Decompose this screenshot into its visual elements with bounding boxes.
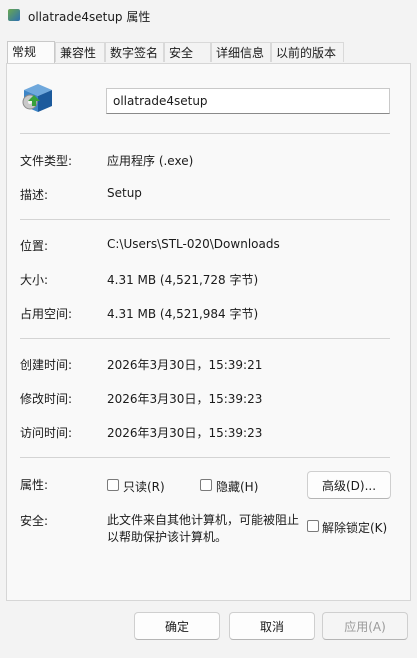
divider <box>20 133 390 134</box>
cancel-button[interactable]: 取消 <box>229 612 315 640</box>
file-type-value: 应用程序 (.exe) <box>107 154 194 168</box>
size-on-disk-value: 4.31 MB (4,521,984 字节) <box>107 307 259 321</box>
hidden-label[interactable]: 隐藏(H) <box>216 478 258 495</box>
unblock-checkbox[interactable] <box>307 520 319 532</box>
size-value: 4.31 MB (4,521,728 字节) <box>107 273 259 287</box>
tab-compatibility[interactable]: 兼容性 <box>55 42 105 62</box>
description-value: Setup <box>107 186 142 200</box>
tab-details[interactable]: 详细信息 <box>211 42 271 62</box>
accessed-label: 访问时间: <box>20 426 73 440</box>
readonly-checkbox[interactable] <box>107 479 119 491</box>
ok-button[interactable]: 确定 <box>134 612 220 640</box>
hidden-checkbox[interactable] <box>200 479 212 491</box>
title-bar: ollatrade4setup 属性 <box>0 0 417 34</box>
location-label: 位置: <box>20 239 49 253</box>
tab-previous-versions[interactable]: 以前的版本 <box>271 42 344 62</box>
attributes-label: 属性: <box>20 478 49 492</box>
file-name-field[interactable]: ollatrade4setup <box>106 88 390 114</box>
created-label: 创建时间: <box>20 358 73 372</box>
file-type-label: 文件类型: <box>20 154 73 168</box>
unblock-label[interactable]: 解除锁定(K) <box>322 519 387 536</box>
tab-strip: 常规 兼容性 数字签名 安全 详细信息 以前的版本 <box>0 41 417 64</box>
advanced-button[interactable]: 高级(D)... <box>307 471 391 499</box>
modified-label: 修改时间: <box>20 392 73 406</box>
divider <box>20 457 390 458</box>
security-label: 安全: <box>20 514 49 528</box>
size-on-disk-label: 占用空间: <box>20 307 73 321</box>
tab-digital-signatures[interactable]: 数字签名 <box>105 42 164 62</box>
created-value: 2026年3月30日，15:39:21 <box>107 358 263 372</box>
readonly-label[interactable]: 只读(R) <box>123 478 165 495</box>
apply-button[interactable]: 应用(A) <box>322 612 408 640</box>
size-label: 大小: <box>20 273 49 287</box>
tab-general[interactable]: 常规 <box>7 41 55 63</box>
window-title: ollatrade4setup 属性 <box>28 10 151 24</box>
tab-security[interactable]: 安全 <box>164 42 211 62</box>
divider <box>20 338 390 339</box>
modified-value: 2026年3月30日，15:39:23 <box>107 392 263 406</box>
accessed-value: 2026年3月30日，15:39:23 <box>107 426 263 440</box>
description-label: 描述: <box>20 188 49 202</box>
installer-icon <box>8 9 20 21</box>
installer-file-icon <box>22 84 52 112</box>
location-value: C:\Users\STL-020\Downloads <box>107 237 280 251</box>
security-message: 此文件来自其他计算机，可能被阻止以帮助保护该计算机。 <box>107 513 300 544</box>
divider <box>20 219 390 220</box>
